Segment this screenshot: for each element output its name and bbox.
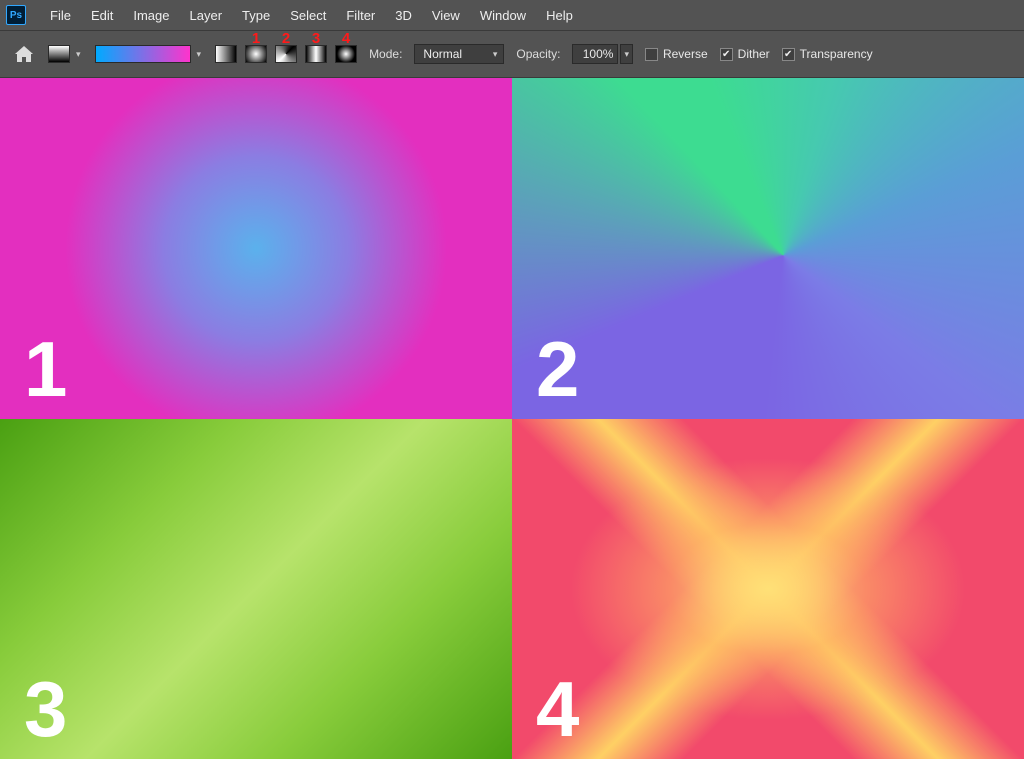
menu-image[interactable]: Image: [123, 4, 179, 27]
checkbox-icon: [720, 48, 733, 61]
gradient-picker[interactable]: ▾: [95, 45, 204, 63]
options-bar: ▾ ▾ 1 2 3 4 Mode: Normal ▾ Opacity: 100%…: [0, 30, 1024, 78]
menu-select[interactable]: Select: [280, 4, 336, 27]
menu-bar: Ps File Edit Image Layer Type Select Fil…: [0, 0, 1024, 30]
transparency-checkbox[interactable]: Transparency: [782, 47, 873, 61]
mode-label: Mode:: [369, 47, 402, 61]
tool-preset-swatch: [48, 45, 70, 63]
gradient-radial-button[interactable]: 1: [245, 45, 267, 63]
menu-window[interactable]: Window: [470, 4, 536, 27]
checkbox-icon: [782, 48, 795, 61]
menu-type[interactable]: Type: [232, 4, 280, 27]
canvas-area: 1 2 3 4: [0, 78, 1024, 759]
example-panel-radial: 1: [0, 78, 512, 419]
panel-number: 1: [24, 324, 67, 415]
gradient-angle-button[interactable]: 2: [275, 45, 297, 63]
tool-preset-picker[interactable]: ▾: [48, 45, 83, 63]
panel-number: 3: [24, 664, 67, 755]
gradient-type-group: 1 2 3 4: [215, 45, 357, 63]
dither-label: Dither: [738, 47, 770, 61]
menu-help[interactable]: Help: [536, 4, 583, 27]
home-icon: [15, 46, 33, 62]
chevron-down-icon: ▾: [491, 49, 500, 60]
panel-number: 2: [536, 324, 579, 415]
gradient-preview: [95, 45, 191, 63]
example-panel-reflected: 3: [0, 419, 512, 759]
overlay-label-4: 4: [342, 30, 350, 47]
chevron-down-icon[interactable]: ▾: [620, 44, 633, 64]
menu-3d[interactable]: 3D: [385, 4, 422, 27]
checkbox-icon: [645, 48, 658, 61]
menu-file[interactable]: File: [40, 4, 81, 27]
example-panel-angle: 2: [512, 78, 1024, 419]
opacity-input[interactable]: 100%: [572, 44, 618, 64]
overlay-label-1: 1: [252, 30, 260, 47]
app-logo: Ps: [6, 5, 26, 25]
gradient-reflected-button[interactable]: 3: [305, 45, 327, 63]
chevron-down-icon: ▾: [74, 49, 83, 60]
reverse-label: Reverse: [663, 47, 708, 61]
gradient-diamond-button[interactable]: 4: [335, 45, 357, 63]
example-panel-diamond: 4: [512, 419, 1024, 759]
transparency-label: Transparency: [800, 47, 873, 61]
menu-filter[interactable]: Filter: [336, 4, 385, 27]
menu-layer[interactable]: Layer: [180, 4, 233, 27]
overlay-label-2: 2: [282, 30, 290, 47]
overlay-label-3: 3: [312, 30, 320, 47]
home-button[interactable]: [12, 43, 36, 65]
chevron-down-icon: ▾: [195, 49, 204, 60]
dither-checkbox[interactable]: Dither: [720, 47, 770, 61]
menu-view[interactable]: View: [422, 4, 470, 27]
reverse-checkbox[interactable]: Reverse: [645, 47, 708, 61]
menu-edit[interactable]: Edit: [81, 4, 123, 27]
panel-number: 4: [536, 664, 579, 755]
gradient-linear-button[interactable]: [215, 45, 237, 63]
mode-select[interactable]: Normal ▾: [414, 44, 504, 64]
opacity-label: Opacity:: [516, 47, 560, 61]
mode-value: Normal: [423, 47, 462, 61]
opacity-value: 100%: [583, 47, 614, 61]
